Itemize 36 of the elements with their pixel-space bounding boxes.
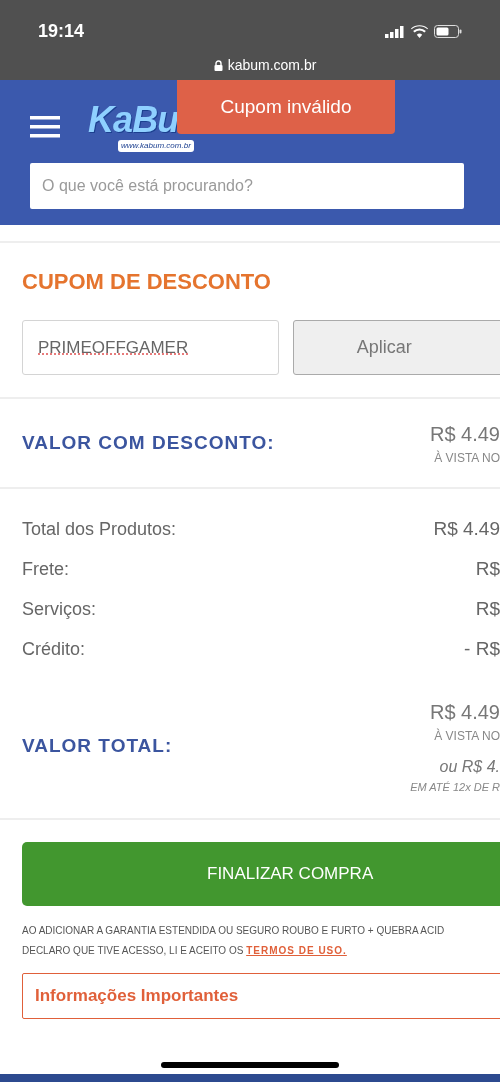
signal-icon: [385, 25, 405, 38]
terms-link[interactable]: TERMOS DE USO.: [246, 944, 347, 956]
logo-tagline: www.kabum.com.br: [118, 140, 194, 152]
payment-note: À VISTA NO: [434, 449, 500, 467]
total-label: VALOR TOTAL:: [22, 734, 173, 758]
total-amount: R$ 4.49: [429, 700, 500, 725]
discount-label: VALOR COM DESCONTO:: [22, 430, 275, 455]
installment-amount: ou R$ 4.: [439, 757, 500, 777]
wifi-icon: [411, 25, 428, 38]
summary-value: - R$: [464, 637, 500, 662]
menu-icon[interactable]: [30, 116, 60, 138]
payment-note: À VISTA NO: [434, 727, 500, 745]
summary-label: Serviços:: [22, 598, 97, 621]
section-title: CUPOM DE DESCONTO: [22, 268, 272, 296]
info-panel-title: Informações Importantes: [35, 984, 239, 1007]
summary-value: R$: [475, 557, 500, 582]
summary-label: Total dos Produtos:: [22, 518, 177, 541]
lock-icon: [213, 60, 223, 71]
summary-label: Frete:: [22, 558, 69, 581]
installment-note: EM ATÉ 12x DE R: [410, 780, 500, 795]
discount-amount: R$ 4.49: [429, 422, 500, 447]
clock: 19:14: [38, 20, 85, 43]
info-panel[interactable]: Informações Importantes: [22, 972, 500, 1019]
summary-label: Crédito:: [22, 638, 86, 661]
coupon-field[interactable]: PRIMEOFFGAMER: [22, 320, 279, 375]
toast-message: Cupom inválido: [220, 94, 352, 119]
logo[interactable]: KaBu: [88, 102, 179, 138]
url-text[interactable]: kabum.com.br: [227, 55, 317, 76]
terms-text: AO ADICIONAR A GARANTIA ESTENDIDA OU SEGURO ROUBO E FURTO + QUEBRA ACID DECLARO QUE TIVE ACESSO, LI E ACEITO OS TERMOS DE USO.: [22, 923, 446, 958]
battery-icon: [434, 25, 462, 38]
apply-button[interactable]: Aplicar: [292, 320, 500, 375]
coupon-value: PRIMEOFFGAMER: [38, 336, 189, 359]
summary-value: R$ 4.49: [433, 517, 500, 542]
search-field[interactable]: O que você está procurando?: [30, 163, 464, 209]
checkout-button[interactable]: FINALIZAR COMPRA: [22, 841, 500, 906]
summary-value: R$: [475, 597, 500, 622]
